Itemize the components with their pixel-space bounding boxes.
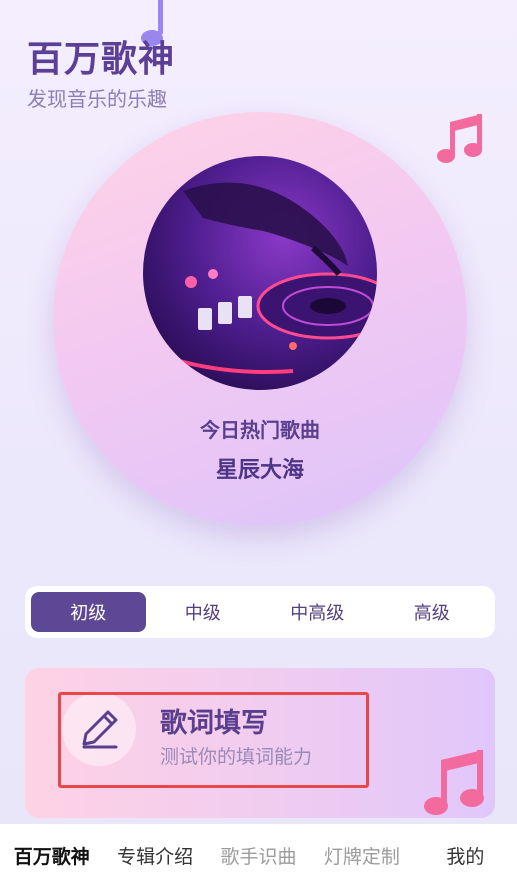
difficulty-selector: 初级 中级 中高级 高级 bbox=[25, 586, 495, 638]
nav-item-song-recognition[interactable]: 歌手识曲 bbox=[207, 842, 310, 869]
selection-highlight bbox=[58, 692, 369, 788]
nav-item-profile[interactable]: 我的 bbox=[414, 842, 517, 869]
bottom-navigation: 百万歌神 专辑介绍 歌手识曲 灯牌定制 我的 bbox=[0, 824, 517, 887]
app-subtitle: 发现音乐的乐趣 bbox=[27, 87, 167, 111]
nav-item-albums[interactable]: 专辑介绍 bbox=[103, 842, 206, 869]
level-tab-beginner[interactable]: 初级 bbox=[31, 592, 146, 632]
level-tab-upper-intermediate[interactable]: 中高级 bbox=[260, 592, 375, 632]
song-title: 星辰大海 bbox=[215, 458, 304, 483]
hot-song-label: 今日热门歌曲 bbox=[200, 418, 320, 442]
featured-song-card[interactable]: 今日热门歌曲 星辰大海 bbox=[53, 112, 467, 526]
music-note-icon bbox=[437, 114, 482, 163]
nav-item-light-sign[interactable]: 灯牌定制 bbox=[310, 842, 413, 869]
album-cover-image[interactable] bbox=[143, 156, 377, 390]
level-tab-advanced[interactable]: 高级 bbox=[375, 592, 490, 632]
music-note-icon bbox=[424, 750, 484, 815]
nav-item-home[interactable]: 百万歌神 bbox=[0, 842, 103, 869]
level-tab-intermediate[interactable]: 中级 bbox=[146, 592, 261, 632]
app-title: 百万歌神 bbox=[27, 39, 176, 80]
lyrics-fill-card[interactable]: 歌词填写 测试你的填词能力 bbox=[25, 668, 495, 818]
